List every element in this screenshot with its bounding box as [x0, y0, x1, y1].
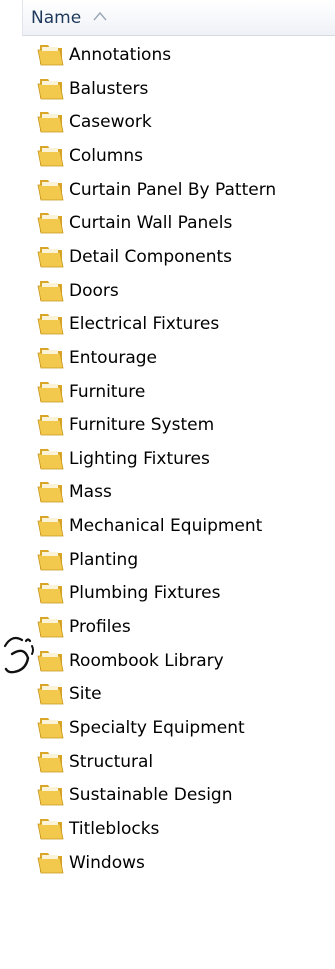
folder-label: Mechanical Equipment	[69, 516, 263, 537]
folder-icon	[37, 718, 64, 739]
folder-label: Columns	[69, 145, 143, 166]
folder-icon	[37, 246, 64, 268]
folder-icon	[37, 314, 64, 335]
folder-label: Curtain Panel By Pattern	[69, 179, 277, 200]
folder-icon	[37, 785, 64, 806]
folder-row[interactable]: Mass	[0, 476, 335, 509]
folder-label: Sustainable Design	[69, 785, 233, 806]
folder-row[interactable]: Electrical Fixtures	[0, 308, 335, 341]
folder-row[interactable]: Curtain Panel By Pattern	[0, 174, 335, 207]
folder-icon	[37, 213, 64, 234]
sort-ascending-icon	[93, 11, 107, 21]
folder-icon	[37, 583, 64, 604]
folder-label: Roombook Library	[69, 650, 224, 671]
folder-row[interactable]: Casework	[0, 106, 335, 139]
folder-row[interactable]: Structural	[0, 746, 335, 779]
name-column-label: Name	[31, 8, 82, 28]
folder-label: Specialty Equipment	[69, 718, 245, 738]
folder-label: Curtain Wall Panels	[69, 213, 233, 234]
folder-label: Planting	[69, 549, 139, 570]
folder-row[interactable]: Sustainable Design	[0, 779, 335, 812]
folder-row[interactable]: Specialty Equipment	[0, 712, 335, 745]
folder-row[interactable]: Entourage	[0, 342, 335, 375]
folder-label: Lighting Fixtures	[69, 448, 210, 469]
folder-icon	[37, 617, 64, 638]
folder-row[interactable]: Mechanical Equipment	[0, 510, 335, 543]
folder-row[interactable]: Furniture System	[0, 409, 335, 442]
folder-row[interactable]: Roombook Library	[0, 645, 335, 678]
folder-label: Furniture System	[69, 415, 215, 436]
folder-icon	[37, 650, 64, 672]
folder-label: Windows	[69, 852, 145, 873]
folder-row[interactable]: Profiles	[0, 611, 335, 644]
folder-label: Titleblocks	[69, 818, 160, 839]
folder-row[interactable]: Curtain Wall Panels	[0, 207, 335, 240]
folder-icon	[37, 78, 64, 100]
folder-label: Doors	[69, 280, 119, 301]
folder-icon	[37, 684, 64, 705]
folder-row[interactable]: Columns	[0, 140, 335, 173]
folder-icon	[37, 448, 64, 470]
folder-icon	[37, 179, 64, 200]
folder-row[interactable]: Planting	[0, 544, 335, 577]
folder-row[interactable]: Lighting Fixtures	[0, 443, 335, 476]
folder-icon	[37, 482, 64, 503]
folder-label: Site	[69, 684, 102, 705]
folder-row[interactable]: Furniture	[0, 376, 335, 409]
folder-icon	[37, 145, 64, 167]
folder-icon	[37, 112, 64, 133]
name-column-header[interactable]: Name	[22, 0, 335, 36]
folder-row[interactable]: Detail Components	[0, 241, 335, 274]
folder-row[interactable]: Plumbing Fixtures	[0, 577, 335, 610]
folder-icon	[37, 381, 64, 402]
folder-label: Furniture	[69, 381, 146, 402]
folder-label: Electrical Fixtures	[69, 314, 220, 335]
folder-icon	[37, 347, 64, 369]
folder-label: Plumbing Fixtures	[69, 583, 221, 604]
folder-label: Annotations	[69, 45, 172, 65]
folder-row[interactable]: Windows	[0, 847, 335, 880]
folder-label: Structural	[69, 751, 154, 772]
folder-label: Profiles	[69, 617, 131, 638]
folder-icon	[37, 818, 64, 840]
folder-icon	[37, 852, 64, 873]
folder-row[interactable]: Titleblocks	[0, 813, 335, 846]
folder-label: Entourage	[69, 347, 158, 368]
file-list-panel: Name Annotations Balusters Casework Columns…	[0, 0, 335, 969]
folder-label: Balusters	[69, 78, 149, 99]
folder-row[interactable]: Doors	[0, 275, 335, 308]
folder-row[interactable]: Balusters	[0, 73, 335, 106]
stray-mark	[3, 636, 34, 674]
folder-row[interactable]: Site	[0, 678, 335, 711]
folder-icon	[37, 280, 64, 301]
folder-icon	[37, 549, 64, 571]
folder-row[interactable]: Annotations	[0, 39, 335, 72]
folder-icon	[37, 415, 64, 436]
folder-label: Detail Components	[69, 246, 233, 267]
folder-icon	[37, 45, 64, 66]
folder-icon	[37, 516, 64, 537]
folder-label: Mass	[69, 482, 112, 503]
folder-label: Casework	[69, 112, 152, 133]
folder-icon	[37, 751, 64, 773]
